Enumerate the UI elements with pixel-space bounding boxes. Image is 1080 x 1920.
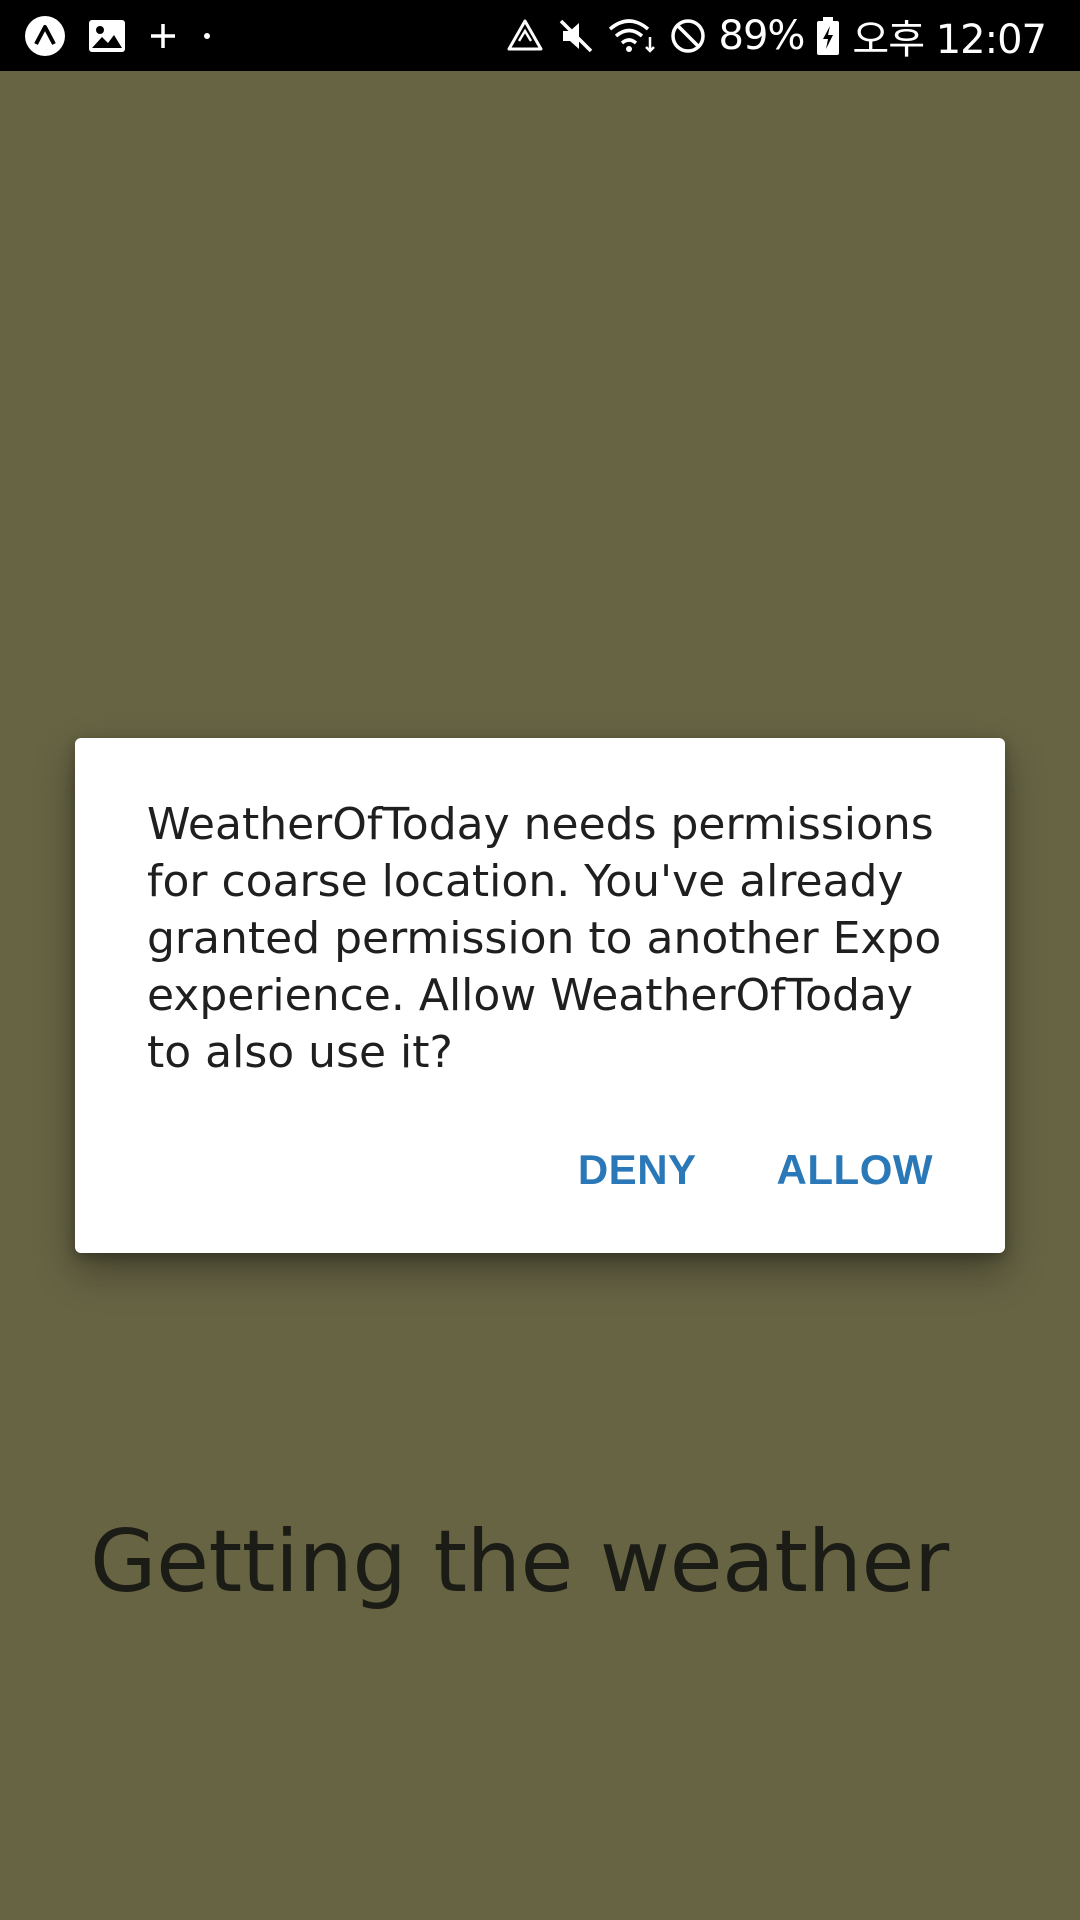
dialog-message: WeatherOfToday needs permissions for coa… <box>147 799 942 1078</box>
allow-button[interactable]: ALLOW <box>777 1146 933 1194</box>
battery-percent: 89% <box>718 12 806 59</box>
status-bar: 89% 오후 12:07 <box>0 0 1080 71</box>
status-bar-system: 89% 오후 12:07 <box>505 0 1047 71</box>
expo-icon <box>24 15 66 57</box>
battery-icon <box>816 16 840 56</box>
dot-icon <box>200 29 214 43</box>
dialog-actions: DENY ALLOW <box>578 1146 933 1194</box>
plus-icon <box>148 21 178 51</box>
image-icon <box>88 19 126 53</box>
status-bar-notifications <box>24 0 214 71</box>
loading-text: Getting the weather <box>90 1512 949 1612</box>
block-icon <box>669 17 707 55</box>
deny-button[interactable]: DENY <box>578 1146 697 1194</box>
permission-dialog: WeatherOfToday needs permissions for coa… <box>75 738 1005 1253</box>
recycle-icon <box>505 17 545 55</box>
wifi-icon <box>607 17 657 55</box>
status-time: 오후 12:07 <box>852 16 1047 63</box>
app-screen: 89% 오후 12:07 Getting the weather Weather… <box>0 0 1080 1920</box>
mute-icon <box>557 17 595 55</box>
